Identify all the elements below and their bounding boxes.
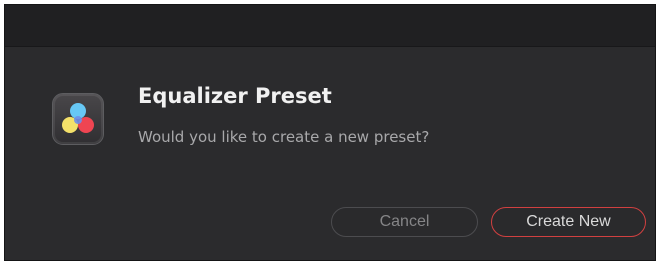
- dialog-title: Equalizer Preset: [138, 84, 332, 108]
- dialog-message: Would you like to create a new preset?: [138, 128, 430, 146]
- cancel-button[interactable]: Cancel: [331, 207, 478, 237]
- equalizer-preset-dialog: Equalizer Preset Would you like to creat…: [4, 4, 656, 261]
- davinci-resolve-app-icon: [52, 93, 104, 145]
- dialog-title-bar[interactable]: [5, 5, 655, 47]
- create-new-button[interactable]: Create New: [491, 207, 646, 237]
